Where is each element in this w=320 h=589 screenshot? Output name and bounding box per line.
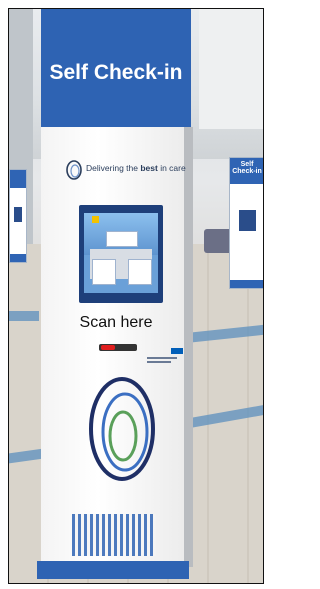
nhs-logo [147,348,183,368]
floor-stripe [9,311,39,321]
speaker-grille [72,514,156,556]
right-wall [199,9,263,129]
kiosk-title: Self Check-in [49,61,183,84]
kiosk-side [184,127,193,567]
background-kiosk-base [230,280,263,288]
background-kiosk-left-header [10,170,26,188]
barcode-scanner[interactable] [99,344,137,351]
background-kiosk-left-screen [14,206,22,222]
tagline-text: Delivering the best in care [86,163,186,173]
scanner-light-icon [101,345,115,350]
kiosk-base [37,561,189,579]
nhs-logo-icon [171,348,183,354]
nhs-text-line [147,357,177,359]
background-kiosk-left-base [10,254,26,262]
screen-badge-icon [92,216,99,223]
background-kiosk: Self Check-in [229,157,263,289]
nhs-text-line [147,361,171,363]
screen-option-button[interactable] [92,259,116,285]
scan-prompt: Scan here [79,314,153,331]
trust-swirl-logo-icon [89,377,155,481]
trust-swirl-small-icon [66,160,82,180]
photo-frame: Self Check-in Self Check-in Delivering t… [8,8,264,584]
background-kiosk-left [9,169,27,263]
kiosk-header: Self Check-in [41,9,191,127]
screen-start-button[interactable] [106,231,138,247]
tagline: Delivering the best in care [64,159,194,181]
background-kiosk-screen [238,210,256,231]
screen-option-button[interactable] [128,259,152,285]
background-kiosk-header: Self Check-in [230,158,263,184]
touchscreen[interactable] [84,213,158,293]
touchscreen-bezel [79,205,163,303]
background-kiosk-title: Self Check-in [232,161,262,175]
